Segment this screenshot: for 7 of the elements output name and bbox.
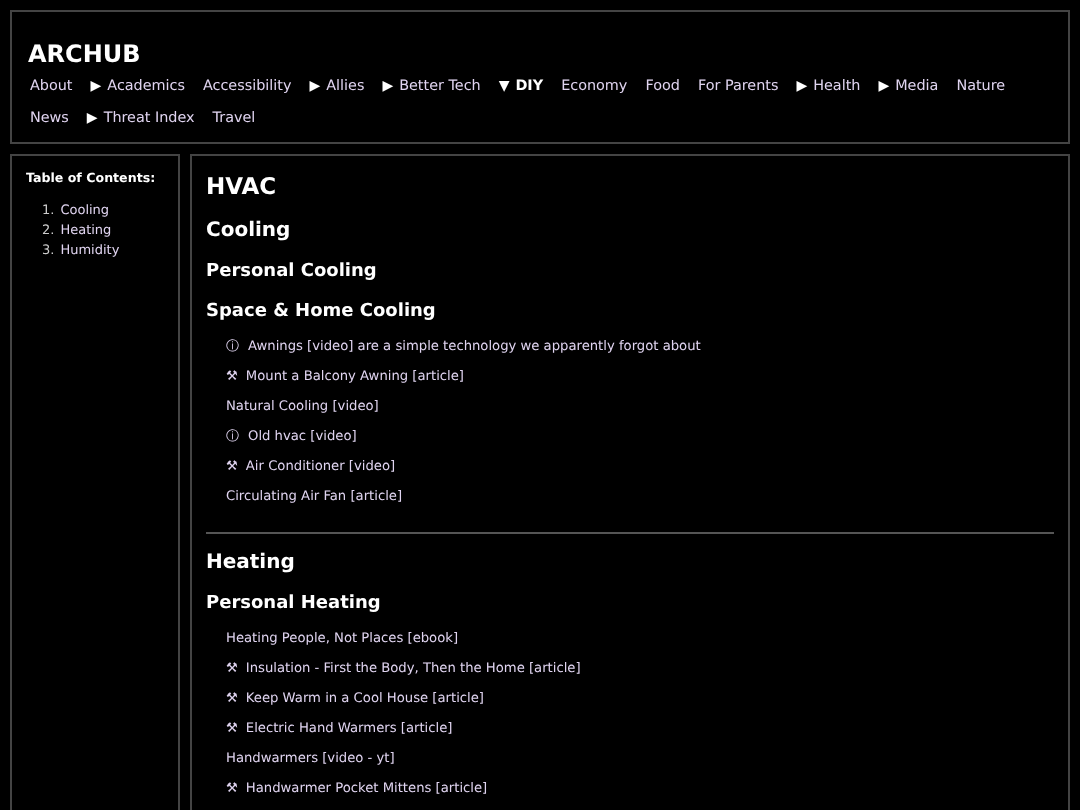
section-heading: Heating <box>206 552 295 574</box>
site-title[interactable]: ARCHUB <box>28 40 141 68</box>
subsection-heading: Personal Heating <box>206 594 381 614</box>
section-heading: Cooling <box>206 220 291 242</box>
subsection-heading: Personal Cooling <box>206 262 377 282</box>
subsection-heading: Space & Home Cooling <box>206 302 436 322</box>
page-title: HVAC <box>206 172 277 200</box>
